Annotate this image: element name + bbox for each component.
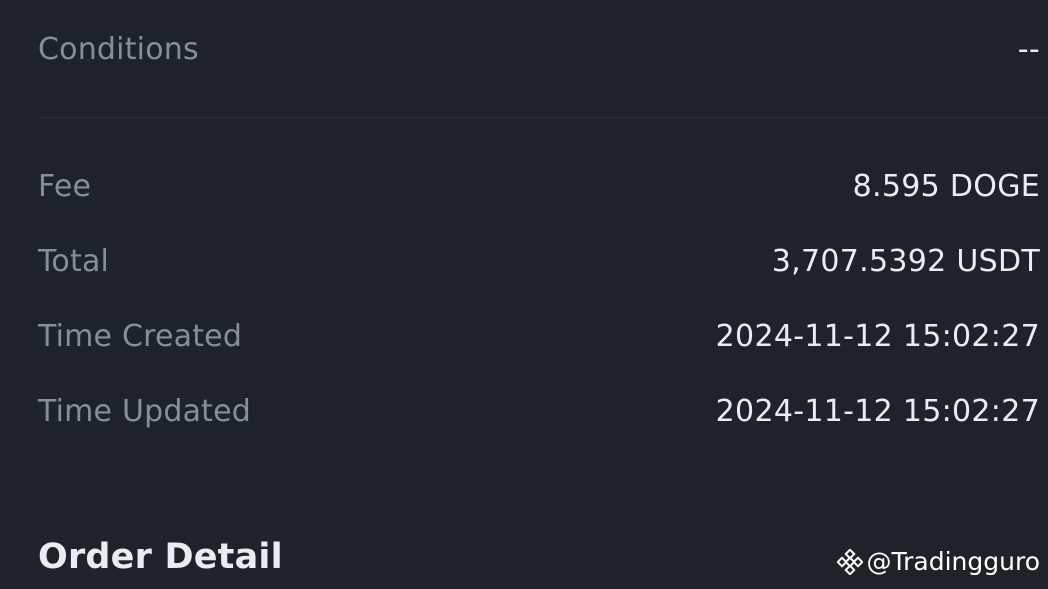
conditions-value: -- <box>1017 31 1040 67</box>
time-created-value: 2024-11-12 15:02:27 <box>715 318 1040 354</box>
watermark-text: @Tradingguro <box>866 547 1040 576</box>
watermark: @Tradingguro <box>836 547 1040 576</box>
time-updated-label: Time Updated <box>38 393 252 429</box>
conditions-label: Conditions <box>38 31 199 67</box>
total-label: Total <box>38 243 110 279</box>
order-detail-heading: Order Detail <box>38 537 283 577</box>
conditions-row: Conditions -- <box>38 25 1040 73</box>
time-updated-row: Time Updated 2024-11-12 15:02:27 <box>38 387 1040 435</box>
total-value: 3,707.5392 USDT <box>771 243 1040 279</box>
time-updated-value: 2024-11-12 15:02:27 <box>715 393 1040 429</box>
time-created-label: Time Created <box>38 318 243 354</box>
fee-value: 8.595 DOGE <box>852 168 1040 204</box>
divider <box>38 117 1048 118</box>
fee-label: Fee <box>38 168 92 204</box>
order-detail-screen: Conditions -- Fee 8.595 DOGE Total 3,707… <box>0 0 1048 589</box>
time-created-row: Time Created 2024-11-12 15:02:27 <box>38 312 1040 360</box>
total-row: Total 3,707.5392 USDT <box>38 237 1040 285</box>
fee-row: Fee 8.595 DOGE <box>38 162 1040 210</box>
binance-logo-icon <box>836 548 863 575</box>
